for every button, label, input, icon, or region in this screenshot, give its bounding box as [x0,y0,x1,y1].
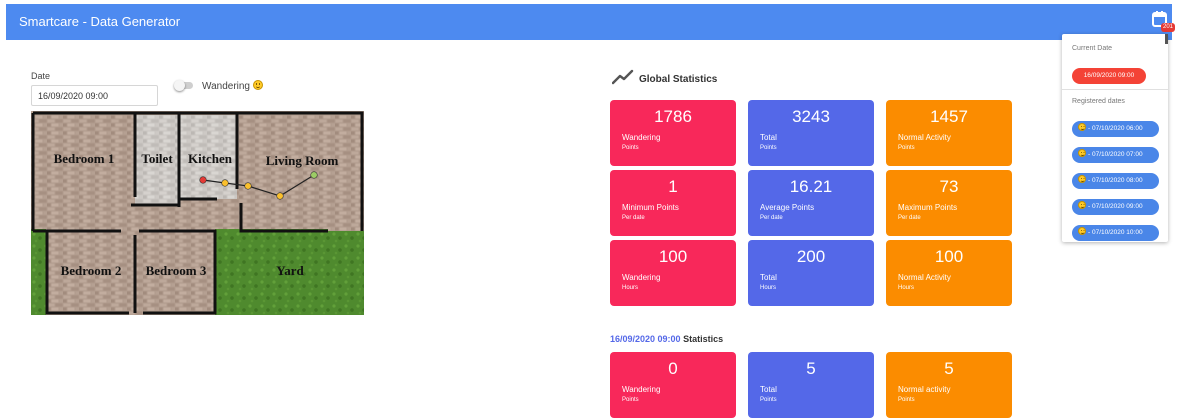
date-stats-date: 16/09/2020 09:00 [610,334,681,344]
stat-label: Minimum Points [622,203,679,212]
stat-label: Normal Activity [898,133,951,142]
stat-label: Total [760,273,777,282]
registered-dates-label: Registered dates [1072,98,1125,105]
stat-label: Normal Activity [898,273,951,282]
stat-card-normal-hours: 100 Normal Activity Hours [886,240,1012,306]
stat-value: 3243 [792,107,830,126]
stat-sublabel: Hours [760,285,777,291]
stat-value: 1786 [654,107,692,126]
stat-label: Maximum Points [898,203,958,212]
room-label: Bedroom 3 [146,263,207,278]
stat-value: 200 [796,247,826,266]
app-header: Smartcare - Data Generator [6,4,1172,40]
stat-card-normal-points: 1457 Normal Activity Points [886,100,1012,166]
stat-card-average-points: 16.21 Average Points Per date [748,170,874,236]
date-label: Date [31,71,51,81]
dates-count-badge: 201 [1161,23,1176,32]
room-label: Toilet [141,151,173,166]
smiley-icon [1078,149,1086,157]
date-card-total-points: 5 Total Points [748,352,874,418]
dropdown-scrollbar[interactable] [1165,34,1168,44]
stat-value: 100 [658,247,688,266]
registered-date-chip[interactable]: - 07/10/2020 10:00 [1072,225,1159,241]
wandering-toggle-label: Wandering [202,80,263,92]
stat-value: 16.21 [789,177,833,196]
smiley-icon [1078,227,1086,235]
registered-date-chip[interactable]: - 07/10/2020 07:00 [1072,147,1159,163]
stat-label: Average Points [760,203,815,212]
stat-value: 100 [934,247,964,266]
stat-card-wandering-points: 1786 Wandering Points [610,100,736,166]
dropdown-divider [1062,89,1168,90]
wandering-toggle[interactable] [174,80,193,91]
track-point [310,171,318,179]
stat-sublabel: Points [898,145,915,151]
date-card-normal-points: 5 Normal activity Points [886,352,1012,418]
floor-plan[interactable]: Bedroom 1 Toilet Kitchen Living Room Bed… [31,111,364,315]
registered-date-chip[interactable]: - 07/10/2020 09:00 [1072,199,1159,215]
date-card-wandering-points: 0 Wandering Points [610,352,736,418]
track-point [199,176,207,184]
global-stats-title: Global Statistics [639,74,718,85]
stat-sublabel: Hours [898,285,915,291]
room-label: Yard [276,263,304,278]
stat-sublabel: Points [622,397,639,403]
room-label: Bedroom 2 [61,263,122,278]
stat-value: 1457 [930,107,968,126]
room-label: Bedroom 1 [54,151,115,166]
room-label: Kitchen [188,151,233,166]
dates-dropdown: Current Date 16/09/2020 09:00 Registered… [1062,34,1168,242]
track-point [221,179,229,187]
registered-date-chip[interactable]: - 07/10/2020 08:00 [1072,173,1159,189]
stat-card-minimum-points: 1 Minimum Points Per date [610,170,736,236]
date-stats-title: 16/09/2020 09:00 Statistics [610,334,724,344]
smiley-icon [1078,201,1086,209]
track-point [244,182,252,190]
stat-label: Total [760,133,777,142]
stat-sublabel: Per date [760,215,783,221]
stat-sublabel: Points [898,397,915,403]
stat-value: 1 [668,177,678,196]
stat-label: Wandering [622,133,661,142]
stat-value: 0 [668,359,678,378]
app-title: Smartcare - Data Generator [19,14,181,29]
stat-card-maximum-points: 73 Maximum Points Per date [886,170,1012,236]
registered-date-chip[interactable]: - 07/10/2020 06:00 [1072,121,1159,137]
stat-label: Wandering [622,273,661,282]
stat-card-total-hours: 200 Total Hours [748,240,874,306]
stat-label: Wandering [622,385,661,394]
stat-card-wandering-hours: 100 Wandering Hours [610,240,736,306]
smiley-icon [252,80,263,90]
stat-sublabel: Points [622,145,639,151]
stat-value: 5 [944,359,954,378]
stat-sublabel: Hours [622,285,639,291]
current-date-label: Current Date [1072,45,1113,52]
smiley-icon [1078,123,1086,131]
date-input[interactable] [31,85,158,106]
stat-sublabel: Points [760,397,777,403]
stat-label: Normal activity [898,385,951,394]
trending-icon [612,69,634,85]
smiley-icon [1078,175,1086,183]
stat-value: 5 [806,359,816,378]
stat-sublabel: Per date [622,215,645,221]
stat-card-total-points: 3243 Total Points [748,100,874,166]
toggle-knob [174,80,185,91]
track-point [276,192,284,200]
room-label: Living Room [266,153,339,168]
current-date-chip[interactable]: 16/09/2020 09:00 [1072,68,1146,84]
stat-value: 73 [939,177,959,196]
stat-label: Total [760,385,777,394]
stat-sublabel: Per date [898,215,921,221]
stat-sublabel: Points [760,145,777,151]
